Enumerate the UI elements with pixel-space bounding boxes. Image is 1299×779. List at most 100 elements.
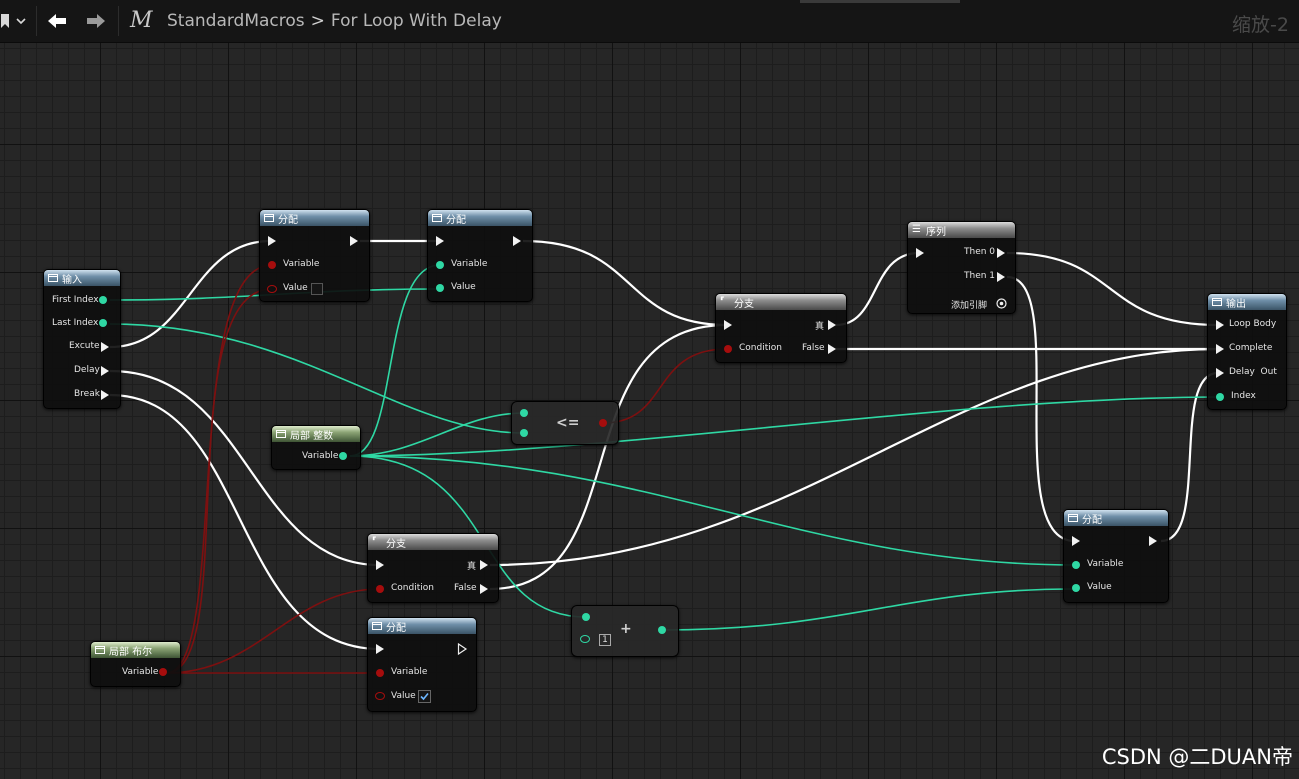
wire-exec-then1-assign [1006, 275, 1076, 543]
first-index-pin[interactable] [99, 296, 107, 304]
pin-label-value: Value [451, 282, 476, 292]
toolbar-accent [800, 0, 960, 3]
exec-in-pin[interactable] [1072, 536, 1080, 546]
pin-label-index: Index [1231, 391, 1256, 401]
variable-icon [264, 214, 274, 222]
pin-label-delay: Delay [74, 365, 100, 375]
bool-variable-pin[interactable] [268, 261, 276, 269]
bool-variable-out-pin[interactable] [159, 668, 167, 676]
loop-body-exec-pin[interactable] [1216, 320, 1224, 330]
pin-label-true: 真 [815, 322, 825, 332]
add-result-pin[interactable] [658, 626, 666, 634]
add-pin-label[interactable]: 添加引脚 [951, 298, 987, 311]
exec-in-pin[interactable] [916, 248, 924, 258]
bookmark-icon[interactable] [0, 12, 12, 30]
bool-value-pin[interactable] [375, 692, 385, 700]
exec-in-pin[interactable] [268, 236, 276, 246]
index-pin[interactable] [1216, 393, 1224, 401]
pin-label-variable: Variable [122, 667, 159, 677]
delay-out-exec-pin[interactable] [1216, 368, 1224, 378]
pin-label-condition: Condition [739, 343, 782, 353]
watermark: CSDN @二DUAN帝 [1101, 745, 1293, 769]
branch-icon: ⸢ [372, 536, 377, 547]
exec-in-pin[interactable] [436, 236, 444, 246]
variable-icon [95, 646, 105, 654]
local-int-node[interactable]: 局部 整数 [271, 425, 361, 470]
exec-in-pin[interactable] [376, 560, 384, 570]
function-icon [1212, 298, 1222, 306]
int-value-pin[interactable] [1072, 584, 1080, 592]
int-variable-pin[interactable] [436, 261, 444, 269]
bool-value-pin[interactable] [267, 285, 277, 293]
compare-b-pin[interactable] [520, 429, 528, 437]
true-exec-pin[interactable] [480, 560, 488, 570]
compare-result-pin[interactable] [599, 419, 607, 427]
wire-exec-branchlow-false [489, 323, 728, 591]
break-exec-pin[interactable] [101, 390, 109, 400]
wire-int-add-assignright [661, 588, 1076, 631]
int-variable-pin[interactable] [1072, 561, 1080, 569]
bool-variable-pin[interactable] [376, 669, 384, 677]
pin-label-delay-out: Delay Out [1229, 367, 1277, 377]
condition-pin[interactable] [724, 345, 732, 353]
exec-out-pin[interactable] [513, 236, 521, 246]
add-operator: + [620, 621, 632, 637]
node-title: 分配 [278, 215, 298, 226]
variable-icon [1068, 514, 1078, 522]
branch-icon: ⸢ [720, 296, 725, 307]
toolbar-divider [36, 6, 37, 36]
int-value-pin[interactable] [436, 284, 444, 292]
value-checkbox[interactable] [311, 283, 323, 295]
excute-exec-pin[interactable] [101, 342, 109, 352]
function-icon [48, 274, 58, 282]
breadcrumb: StandardMacros > For Loop With Delay [167, 11, 502, 31]
condition-pin[interactable] [376, 585, 384, 593]
pin-label-variable: Variable [283, 259, 320, 269]
add-pin-icon[interactable] [996, 298, 1007, 309]
false-exec-pin[interactable] [480, 584, 488, 594]
toolbar: M StandardMacros > For Loop With Delay 缩放-… [0, 0, 1299, 43]
then1-exec-pin[interactable] [997, 272, 1005, 282]
complete-exec-pin[interactable] [1216, 344, 1224, 354]
wire-exec-then0-loopbody [1006, 251, 1219, 327]
wire-layer [109, 239, 1221, 674]
int-variable-out-pin[interactable] [339, 452, 347, 460]
last-index-pin[interactable] [99, 319, 107, 327]
exec-in-pin[interactable] [724, 320, 732, 330]
node-title: 分支 [386, 539, 406, 550]
compare-a-pin[interactable] [520, 409, 528, 417]
node-title: 序列 [926, 227, 946, 238]
pin-label-then1: Then 1 [964, 271, 996, 281]
exec-out-pin[interactable] [350, 236, 358, 246]
local-bool-node[interactable]: 局部 布尔 [90, 641, 181, 687]
node-title: 输出 [1226, 299, 1246, 310]
input-node[interactable]: 输入 [43, 269, 121, 409]
pin-label-first-index: First Index [52, 295, 99, 305]
node-title: 分配 [386, 623, 406, 634]
value-checkbox-checked[interactable] [418, 690, 431, 703]
exec-in-pin[interactable] [376, 644, 384, 654]
pin-label-value: Value [283, 283, 308, 293]
add-a-pin[interactable] [582, 613, 590, 621]
then0-exec-pin[interactable] [997, 248, 1005, 258]
pin-label-loop-body: Loop Body [1229, 319, 1277, 329]
chevron-down-icon[interactable] [15, 12, 27, 30]
pin-label-variable: Variable [391, 667, 428, 677]
variable-icon [276, 430, 286, 438]
true-exec-pin[interactable] [828, 320, 836, 330]
add-constant-input[interactable]: 1 [599, 634, 611, 646]
false-exec-pin[interactable] [828, 344, 836, 354]
wire-int-var-compare [349, 412, 525, 457]
wire-int-var-index [349, 396, 1221, 457]
pin-label-value: Value [391, 691, 416, 701]
pin-label-false: False [454, 583, 477, 593]
exec-out-pin[interactable] [457, 643, 468, 655]
node-title: 局部 布尔 [109, 647, 153, 658]
exec-out-pin[interactable] [1149, 536, 1157, 546]
forward-arrow-icon[interactable] [85, 11, 107, 31]
breadcrumb-root[interactable]: StandardMacros [167, 11, 305, 31]
pin-label-last-index: Last Index [52, 318, 99, 328]
back-arrow-icon[interactable] [46, 11, 68, 31]
delay-exec-pin[interactable] [101, 366, 109, 376]
add-b-pin[interactable] [580, 635, 590, 643]
